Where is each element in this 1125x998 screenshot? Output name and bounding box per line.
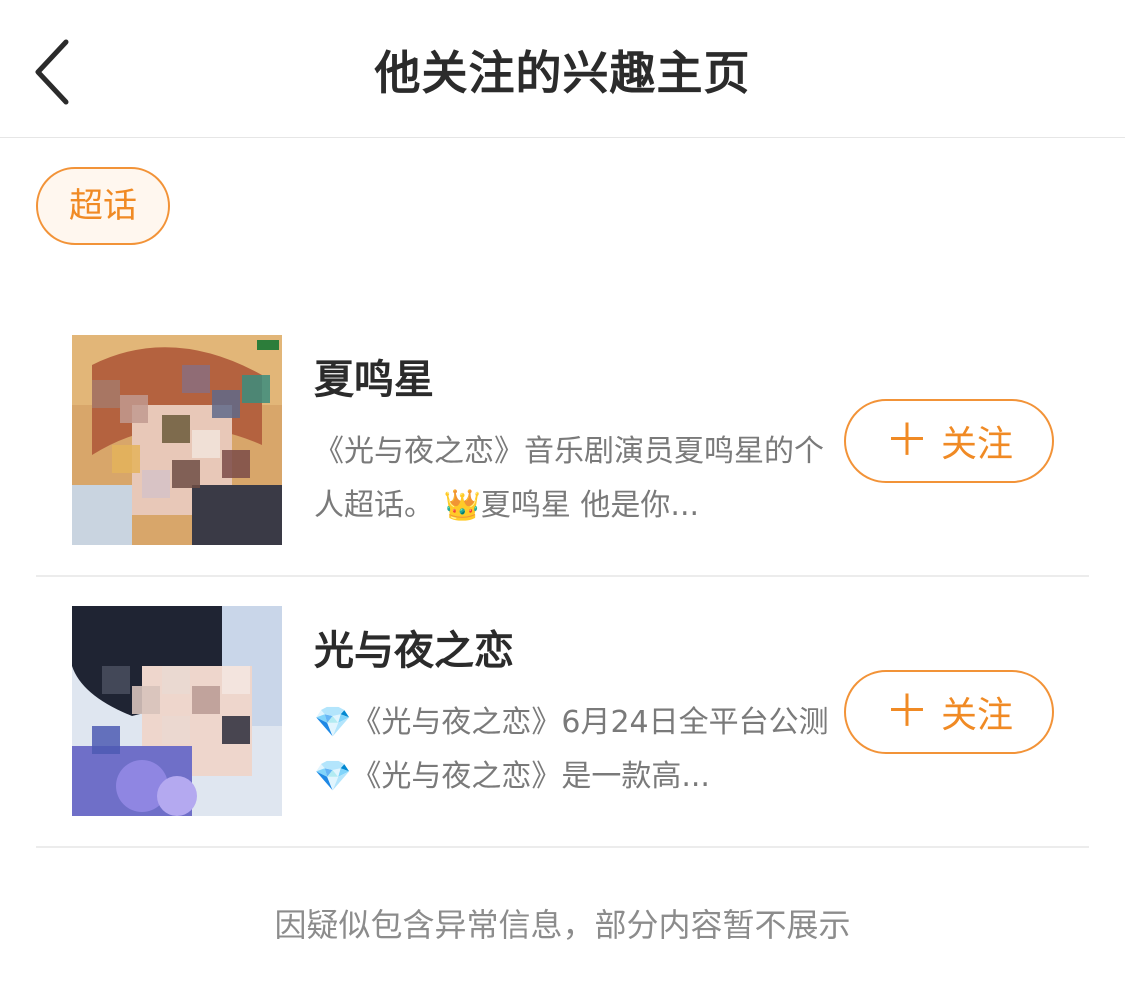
follow-label: 关注 <box>940 424 1013 465</box>
avatar-image <box>72 606 282 816</box>
follow-button[interactable]: ＋ 关注 <box>844 670 1054 754</box>
filter-chip-supertopic[interactable]: 超话 <box>36 167 170 245</box>
plus-icon: ＋ <box>884 686 929 737</box>
avatar-image <box>72 335 282 545</box>
list-item[interactable]: 光与夜之恋 💎《光与夜之恋》6月24日全平台公测 💎《光与夜之恋》是一款高...… <box>36 576 1089 848</box>
top-bar: 他关注的兴趣主页 <box>0 0 1125 138</box>
card-description: 💎《光与夜之恋》6月24日全平台公测 💎《光与夜之恋》是一款高... <box>314 705 829 794</box>
list-item[interactable]: 夏鸣星 《光与夜之恋》音乐剧演员夏鸣星的个人超话。 👑夏鸣星 他是你... ＋ … <box>36 305 1089 577</box>
card-description: 《光与夜之恋》音乐剧演员夏鸣星的个人超话。 👑夏鸣星 他是你... <box>314 434 824 523</box>
avatar <box>72 606 282 816</box>
hidden-content-notice: 因疑似包含异常信息，部分内容暂不展示 <box>274 906 851 944</box>
chevron-left-icon <box>35 39 69 105</box>
follow-label: 关注 <box>940 695 1013 736</box>
back-button[interactable] <box>22 32 88 112</box>
avatar <box>72 335 282 545</box>
page-title: 他关注的兴趣主页 <box>374 46 751 100</box>
card-title: 夏鸣星 <box>314 357 434 403</box>
follow-button[interactable]: ＋ 关注 <box>844 399 1054 483</box>
card-title: 光与夜之恋 <box>314 628 514 674</box>
plus-icon: ＋ <box>884 415 929 466</box>
